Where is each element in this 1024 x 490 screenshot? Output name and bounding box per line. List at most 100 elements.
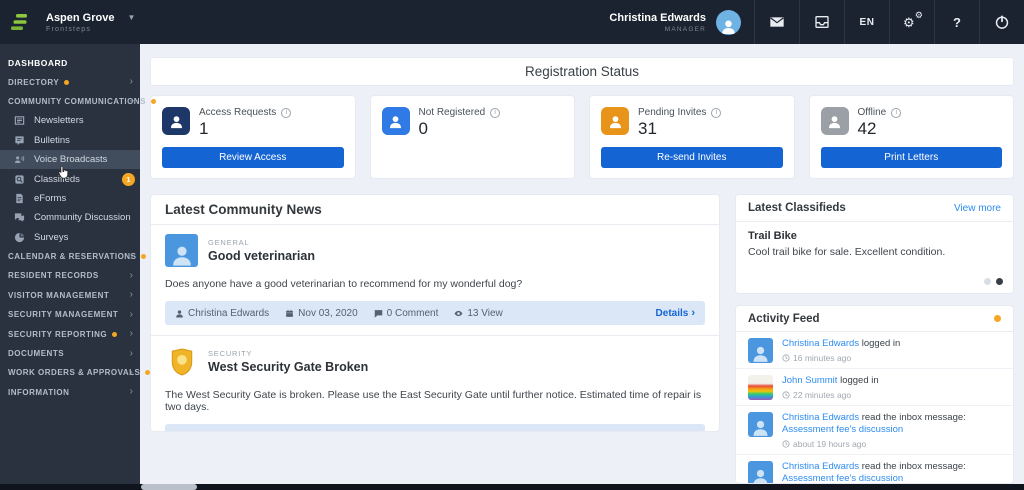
info-icon[interactable] [891,107,902,118]
sidebar-item-resident-records[interactable]: RESIDENT RECORDS › [0,266,140,285]
sidebar-item-dashboard[interactable]: DASHBOARD [0,53,140,72]
power-icon [994,14,1010,30]
sidebar-item-eforms[interactable]: eForms [0,189,140,208]
view-more-link[interactable]: View more [954,203,1001,214]
sidebar-item-information[interactable]: INFORMATION › [0,383,140,402]
top-bar: Aspen Grove ▼ Frontsteps Christina Edwar… [0,0,1024,44]
post-views-text: 26 View [277,431,312,432]
classifieds-icon [14,174,25,185]
notification-dot [64,79,70,85]
sidebar-item-label: eForms [34,192,67,204]
review-access-button[interactable]: Review Access [162,147,344,168]
user-avatar[interactable] [716,9,741,35]
sidebar-item-calendar-reservations[interactable]: CALENDAR & RESERVATIONS › [0,247,147,266]
sidebar-item-directory[interactable]: DIRECTORY › [0,72,140,91]
chevron-right-icon: › [691,430,695,431]
notification-dot [994,315,1001,322]
info-icon[interactable] [490,107,501,118]
stat-card-access-requests: Access Requests 1 Review Access [150,95,356,179]
activity-user-link[interactable]: Christina Edwards [782,338,859,349]
classifieds-count-badge: 1 [122,172,135,186]
community-news-panel: Latest Community News GENERAL Good veter… [150,194,720,432]
activity-item: John Summit logged in 22 minutes ago [736,369,1013,406]
sidebar-item-voice-broadcasts[interactable]: Voice Broadcasts [0,149,140,170]
sidebar-item-classifieds[interactable]: Classifieds 1 [0,169,140,188]
activity-action: logged in [861,338,901,349]
post-title[interactable]: West Security Gate Broken [208,360,368,374]
activity-text: Christina Edwards read the inbox message… [782,461,1001,483]
user-menu[interactable]: Christina Edwards MANAGER [596,0,754,44]
registration-cards-row: Access Requests 1 Review Access Not Regi… [150,95,1014,179]
person-icon [601,107,629,135]
carousel-dot-active[interactable] [996,278,1003,285]
person-icon [820,107,849,135]
calendar-icon [175,432,184,433]
help-button[interactable]: ? [934,0,979,44]
carousel-dot[interactable] [984,278,991,285]
clock-icon [782,354,790,362]
activity-user-link[interactable]: John Summit [782,375,837,386]
sidebar-item-label: COMMUNITY COMMUNICATIONS [8,96,146,106]
post-date: Nov 03, 2020 [175,431,248,433]
bulletin-icon [14,135,25,146]
post-date-text: Nov 03, 2020 [298,307,358,319]
sidebar-item-bulletins[interactable]: Bulletins [0,131,140,150]
sidebar-item-label: INFORMATION [8,387,70,397]
community-name[interactable]: Aspen Grove [46,12,114,24]
stat-value: 0 [418,119,428,138]
sidebar-item-label: Bulletins [34,134,70,146]
sidebar-item-visitor-management[interactable]: VISITOR MANAGEMENT › [0,286,140,305]
panel-header: Activity Feed [736,306,1013,332]
details-link[interactable]: Details› [656,430,695,431]
sidebar-item-community-communications[interactable]: COMMUNITY COMMUNICATIONS › [0,92,156,111]
messages-button[interactable] [754,0,799,44]
print-letters-button[interactable]: Print Letters [820,147,1002,168]
discussion-icon [14,212,25,223]
sidebar-item-security-management[interactable]: SECURITY MANAGEMENT › [0,305,140,324]
sidebar-item-newsletters[interactable]: Newsletters [0,111,140,130]
stat-card-not-registered: Not Registered 0 [369,95,575,179]
activity-message-link[interactable]: Assessment fee's discussion [782,473,903,483]
activity-avatar [748,460,773,483]
sidebar-item-security-reporting[interactable]: SECURITY REPORTING › [0,324,140,343]
activity-text: Christina Edwards logged in [782,338,900,350]
inbox-button[interactable] [799,0,844,44]
info-icon[interactable] [281,107,292,118]
sidebar-item-label: Newsletters [34,115,84,127]
activity-item: Christina Edwards logged in 16 minutes a… [736,332,1013,369]
community-selector[interactable]: Aspen Grove ▼ Frontsteps [46,12,135,33]
horizontal-scrollbar[interactable] [0,484,1024,490]
activity-user-link[interactable]: Christina Edwards [782,461,859,472]
stat-label: Access Requests [199,107,292,118]
person-icon [381,107,410,135]
sidebar-item-label: DASHBOARD [8,57,68,68]
inbox-icon [814,14,830,30]
help-icon: ? [953,14,961,30]
panel-header: Latest Classifieds View more [736,195,1013,222]
sidebar-item-documents[interactable]: DOCUMENTS › [0,344,140,363]
activity-user-link[interactable]: Christina Edwards [782,412,859,423]
sidebar-item-community-discussion[interactable]: Community Discussion [0,208,140,227]
info-icon[interactable] [711,107,722,118]
post-date: Nov 03, 2020 [285,308,358,319]
chevron-right-icon: › [129,289,133,301]
sidebar-item-surveys[interactable]: Surveys [0,228,140,247]
settings-button[interactable]: ⚙ ⚙ [889,0,934,44]
activity-text: John Summit logged in [782,375,879,387]
logout-button[interactable] [979,0,1024,44]
language-button[interactable]: EN [844,0,889,44]
post-title[interactable]: Good veterinarian [208,249,315,263]
person-icon [175,309,184,318]
activity-item: Christina Edwards read the inbox message… [736,455,1013,483]
activity-item: Christina Edwards read the inbox message… [736,406,1013,455]
sidebar-item-work-orders-approvals[interactable]: WORK ORDERS & APPROVALS › [0,363,151,382]
news-post: GENERAL Good veterinarian Does anyone ha… [151,225,719,325]
activity-message-link[interactable]: Assessment fee's discussion [782,424,903,435]
sidebar-item-label: WORK ORDERS & APPROVALS [8,368,141,378]
details-link[interactable]: Details› [656,307,695,319]
activity-text: Christina Edwards read the inbox message… [782,412,1001,436]
chevron-right-icon: › [129,347,133,359]
classified-item[interactable]: Trail Bike Cool trail bike for sale. Exc… [736,222,1013,258]
resend-invites-button[interactable]: Re-send Invites [601,147,783,168]
scrollbar-thumb[interactable] [141,484,197,490]
